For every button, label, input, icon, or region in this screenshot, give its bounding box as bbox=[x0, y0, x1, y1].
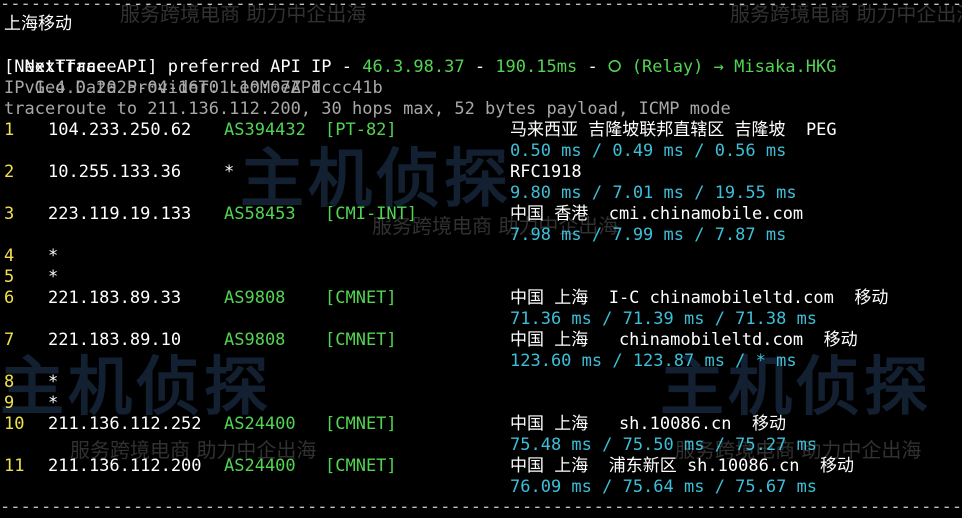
hop-ip: 221.183.89.10 bbox=[48, 330, 182, 350]
hop-geo: 中国 香港 cmi.chinamobile.com bbox=[510, 204, 804, 224]
hop-geo: RFC1918 bbox=[510, 162, 582, 182]
hop-tag: [CMNET] bbox=[325, 288, 397, 308]
hop-tag: [CMNET] bbox=[325, 456, 397, 476]
hop-ip: 211.136.112.200 bbox=[48, 456, 202, 476]
hop-asn: AS9808 bbox=[224, 288, 286, 308]
hop-ip: * bbox=[48, 267, 59, 287]
api-line: [NextTrace API] preferred API IP - 46.3.… bbox=[4, 57, 836, 78]
hop-ip: 104.233.250.62 bbox=[48, 120, 192, 140]
api-prefix: [NextTrace API] preferred API IP - bbox=[4, 57, 363, 77]
hop-geo: 中国 上海 sh.10086.cn 移动 bbox=[510, 414, 786, 434]
hop-rtt: 75.48 ms / 75.50 ms / 75.27 ms bbox=[510, 435, 818, 455]
hop-asn: * bbox=[224, 162, 235, 182]
version-line: NextTrace v1.4.0 2025-04-16T01:10:07Z dc… bbox=[4, 36, 382, 98]
hop-rtt: 123.60 ms / 123.87 ms / * ms bbox=[510, 351, 797, 371]
hop-geo: 中国 上海 chinamobileltd.com 移动 bbox=[510, 330, 858, 350]
hop-ip: 221.183.89.33 bbox=[48, 288, 182, 308]
hop-ip: 223.119.19.133 bbox=[48, 204, 192, 224]
hop-rtt: 71.36 ms / 71.39 ms / 71.38 ms bbox=[510, 309, 818, 329]
hop-ip: * bbox=[48, 246, 59, 266]
hop-number: 1 bbox=[4, 120, 15, 140]
api-separator: - bbox=[577, 57, 608, 77]
api-latency: 190.15ms bbox=[495, 57, 578, 77]
hop-number: 11 bbox=[4, 456, 25, 476]
hop-tag: [CMNET] bbox=[325, 330, 397, 350]
hop-number: 5 bbox=[4, 267, 15, 287]
hop-number: 7 bbox=[4, 330, 15, 350]
separator-bottom: ----------------------------------------… bbox=[0, 497, 962, 517]
hop-number: 6 bbox=[4, 288, 15, 308]
hop-asn: AS24400 bbox=[224, 414, 296, 434]
location-label: 上海移动 bbox=[4, 14, 72, 34]
hop-tag: [CMNET] bbox=[325, 414, 397, 434]
hop-tag: [CMI-INT] bbox=[325, 204, 418, 224]
hop-ip: * bbox=[48, 372, 59, 392]
hop-rtt: 7.98 ms / 7.99 ms / 7.87 ms bbox=[510, 225, 787, 245]
hop-number: 9 bbox=[4, 393, 15, 413]
hop-tag: [PT-82] bbox=[325, 120, 397, 140]
hop-ip: 10.255.133.36 bbox=[48, 162, 182, 182]
hop-number: 4 bbox=[4, 246, 15, 266]
hop-number: 10 bbox=[4, 414, 25, 434]
hop-asn: AS58453 bbox=[224, 204, 296, 224]
hop-geo: 中国 上海 浦东新区 sh.10086.cn 移动 bbox=[510, 456, 854, 476]
hop-geo: 马来西亚 吉隆坡联邦直辖区 吉隆坡 PEG bbox=[510, 120, 837, 140]
hop-asn: AS9808 bbox=[224, 330, 286, 350]
hop-asn: AS24400 bbox=[224, 456, 296, 476]
separator-top: ----------------------------------------… bbox=[0, 0, 962, 14]
hop-rtt: 9.80 ms / 7.01 ms / 19.55 ms bbox=[510, 183, 797, 203]
hop-rtt: 0.50 ms / 0.49 ms / 0.56 ms bbox=[510, 141, 787, 161]
geo-provider-line: IP Geo Data Provider: LeoMoeAPI bbox=[4, 78, 322, 98]
traceroute-line: traceroute to 211.136.112.200, 30 hops m… bbox=[4, 99, 731, 119]
hop-ip: 211.136.112.252 bbox=[48, 414, 202, 434]
hop-asn: AS394432 bbox=[224, 120, 306, 140]
api-relay: ⭘ (Relay) → Misaka.HKG bbox=[607, 57, 837, 77]
hop-geo: 中国 上海 I-C chinamobileltd.com 移动 bbox=[510, 288, 889, 308]
hop-number: 3 bbox=[4, 204, 15, 224]
hop-number: 2 bbox=[4, 162, 15, 182]
api-separator: - bbox=[464, 57, 496, 77]
api-ip: 46.3.98.37 bbox=[362, 57, 465, 77]
hop-rtt: 76.09 ms / 75.64 ms / 75.67 ms bbox=[510, 477, 818, 497]
hop-ip: * bbox=[48, 393, 59, 413]
hop-number: 8 bbox=[4, 372, 15, 392]
